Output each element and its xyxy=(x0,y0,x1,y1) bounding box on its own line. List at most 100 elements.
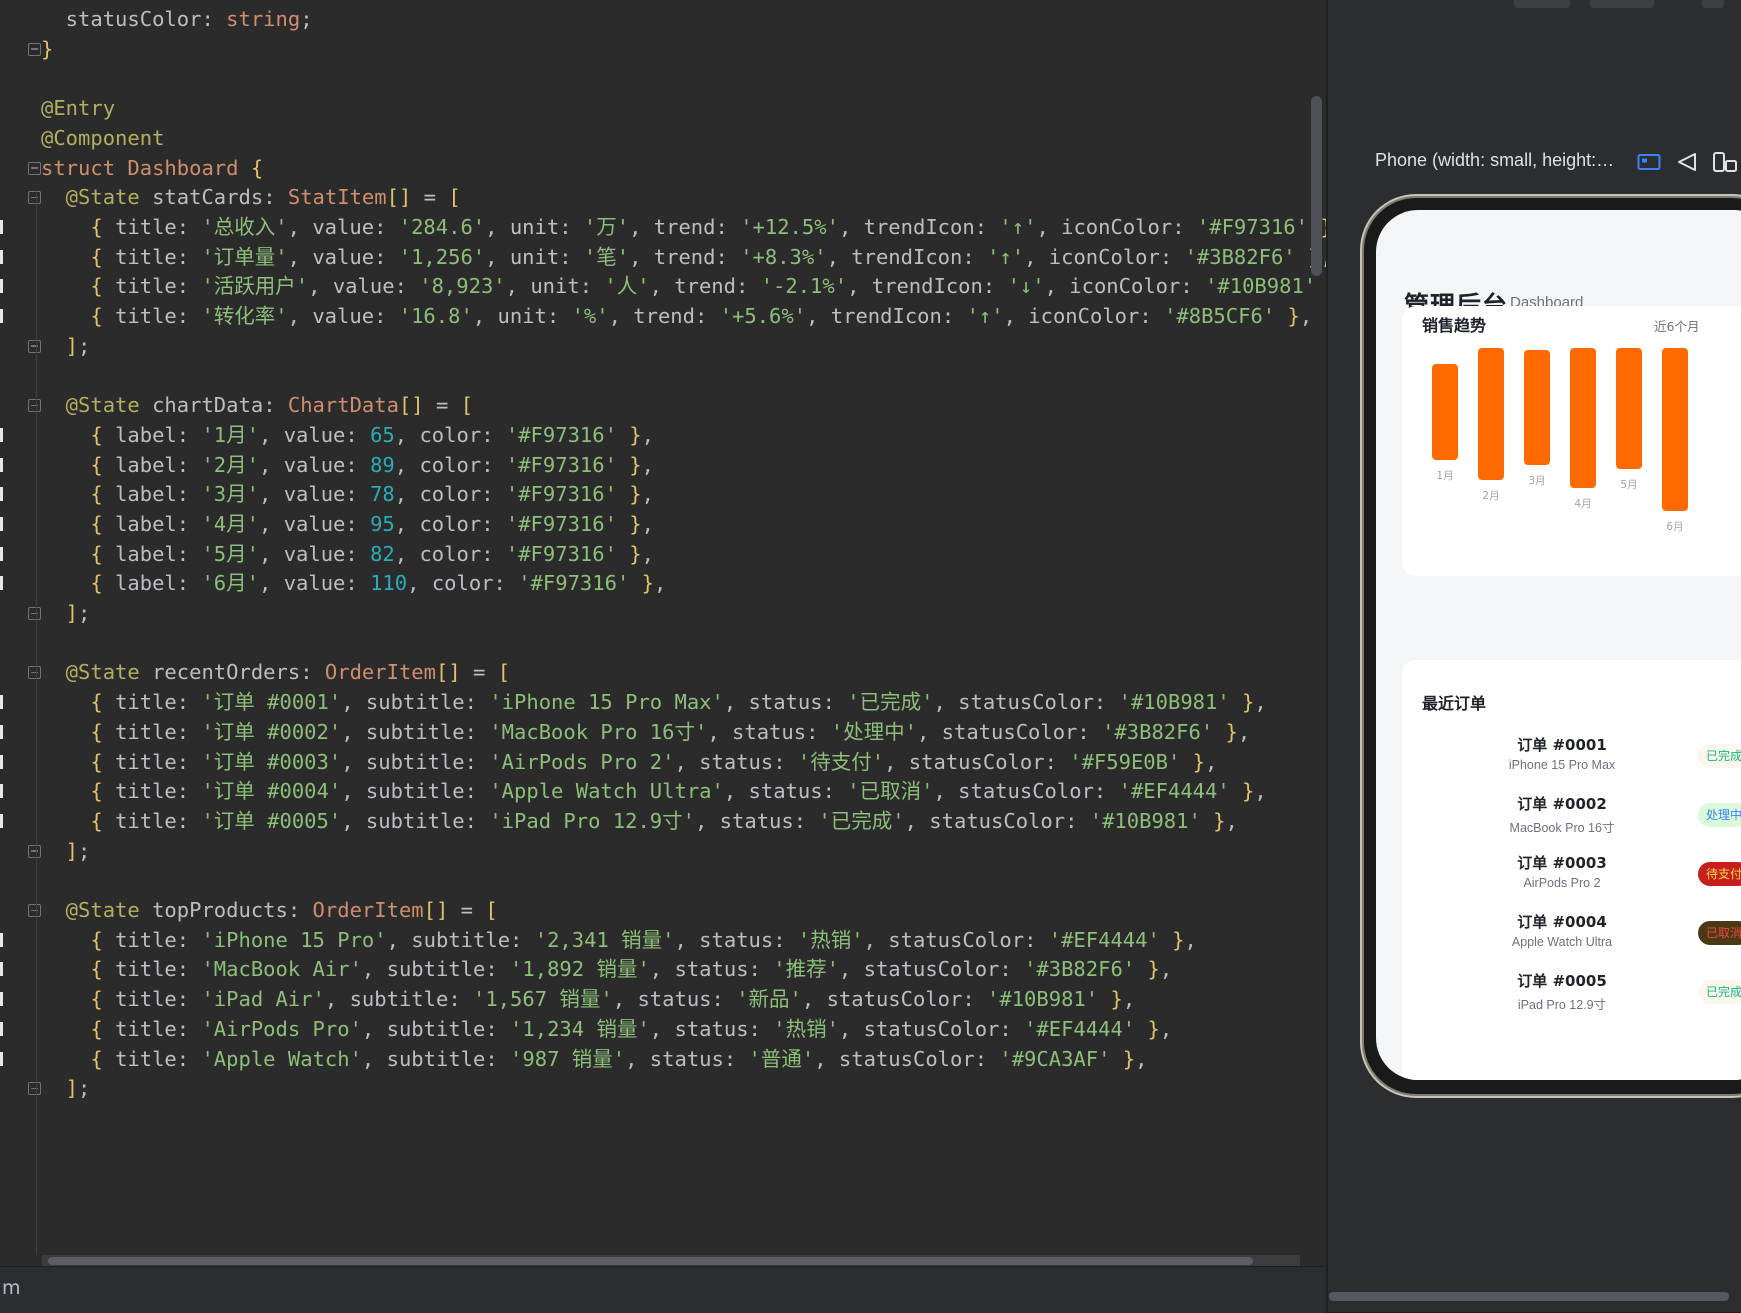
code-token: : xyxy=(982,274,1008,299)
device-label: Phone (width: small, height:… xyxy=(1375,150,1615,170)
chart-x-label: 4月 xyxy=(1574,498,1592,510)
code-token: : xyxy=(481,511,506,536)
layout-icon[interactable] xyxy=(1637,152,1661,172)
code-line[interactable]: @Entry xyxy=(41,92,115,125)
code-token: @Component xyxy=(41,125,165,150)
code-line[interactable]: ]; xyxy=(41,330,91,363)
code-line[interactable]: { label: '3月', value: 78, color: '#F9731… xyxy=(41,478,654,511)
code-line[interactable]: { label: '6月', value: 110, color: '#F973… xyxy=(41,567,666,600)
fold-marker-icon[interactable] xyxy=(28,607,41,620)
code-line[interactable]: { label: '1月', value: 65, color: '#F9731… xyxy=(41,419,654,452)
code-token: } xyxy=(1275,304,1300,328)
code-token: unit xyxy=(509,214,560,239)
fold-marker-icon[interactable] xyxy=(28,191,41,205)
indent-guide xyxy=(36,190,37,1255)
code-token: } xyxy=(616,422,642,447)
code-line[interactable]: { title: 'iPhone 15 Pro', subtitle: '2,3… xyxy=(41,924,1197,957)
code-token: status xyxy=(637,987,712,1012)
code-token: { xyxy=(41,808,116,833)
previewer-toolbar-button[interactable] xyxy=(1514,0,1570,8)
recent-orders-card: 最近订单 订单 #0001 iPhone 15 Pro Max 已完成 订单 #000… xyxy=(1402,660,1741,1080)
fold-marker-icon[interactable] xyxy=(28,844,41,858)
code-token: statusColor xyxy=(838,1046,975,1071)
device-switch-icon[interactable] xyxy=(1712,152,1738,172)
change-marker xyxy=(0,784,3,799)
order-row[interactable]: 订单 #0003 AirPods Pro 2 待支付 xyxy=(1402,852,1741,912)
code-token: , xyxy=(1254,690,1267,715)
chart-x-label: 2月 xyxy=(1482,490,1500,502)
code-token: ; xyxy=(78,333,91,358)
code-line[interactable]: ]; xyxy=(41,835,91,868)
code-line[interactable]: ]; xyxy=(41,1072,91,1105)
code-editor[interactable]: statusColor: string;} @Entry @Component str… xyxy=(0,0,1326,1266)
code-token: : xyxy=(773,749,798,774)
code-line[interactable]: { title: 'Apple Watch', subtitle: '987 销… xyxy=(41,1043,1147,1076)
code-line[interactable]: statusColor: string; xyxy=(41,3,313,36)
order-row[interactable]: 订单 #0001 iPhone 15 Pro Max 已完成 xyxy=(1402,734,1741,794)
phone-screen[interactable]: 管理后台 Dashboard 销售趋势 近6个月 1月2月3月4月5月6月 最近… xyxy=(1376,210,1741,1080)
fold-marker-icon[interactable] xyxy=(28,904,41,917)
order-row[interactable]: 订单 #0005 iPad Pro 12.9寸 已完成 xyxy=(1402,970,1741,1030)
editor-vertical-scrollbar[interactable] xyxy=(1311,96,1322,276)
previewer-toolbar-button[interactable] xyxy=(1702,0,1724,8)
code-token: '新品' xyxy=(736,987,802,1012)
code-line[interactable]: } xyxy=(41,33,53,66)
code-line[interactable]: struct Dashboard { xyxy=(41,152,263,185)
code-line[interactable]: { title: '总收入', value: '284.6', unit: '万… xyxy=(41,211,1326,244)
code-token: '订单 #0005' xyxy=(201,808,342,833)
previewer-horizontal-scrollbar[interactable] xyxy=(1329,1292,1729,1301)
code-line[interactable]: @State topProducts: OrderItem[] = [ xyxy=(41,894,498,927)
code-token: 110 xyxy=(370,571,408,596)
fold-marker-icon[interactable] xyxy=(28,666,41,680)
code-line[interactable]: { title: 'AirPods Pro', subtitle: '1,234… xyxy=(41,1013,1172,1046)
code-line[interactable]: { title: '订单 #0003', subtitle: 'AirPods … xyxy=(41,746,1217,779)
code-line[interactable]: { label: '5月', value: 82, color: '#F9731… xyxy=(41,538,654,571)
code-line[interactable]: { title: '转化率', value: '16.8', unit: '%'… xyxy=(41,300,1312,333)
order-title: 订单 #0002 xyxy=(1517,795,1607,813)
code-line[interactable]: { title: 'MacBook Air', subtitle: '1,892… xyxy=(41,953,1172,986)
code-token: : xyxy=(481,422,506,447)
code-line[interactable]: { title: '订单量', value: '1,256', unit: '笔… xyxy=(41,241,1326,274)
code-line[interactable]: @State chartData: ChartData[] = [ xyxy=(41,389,473,422)
rotate-icon[interactable] xyxy=(1676,152,1698,172)
code-line[interactable]: @Component xyxy=(41,122,164,155)
fold-marker-icon[interactable] xyxy=(28,161,41,175)
code-line[interactable]: { title: 'iPad Air', subtitle: '1,567 销量… xyxy=(41,983,1135,1016)
code-token: : xyxy=(1139,304,1165,328)
code-token: '#10B981' xyxy=(1118,690,1230,715)
previewer-toolbar-button[interactable] xyxy=(1590,0,1654,8)
code-line[interactable]: { title: '订单 #0002', subtitle: 'MacBook … xyxy=(41,716,1250,749)
code-token: , xyxy=(308,274,333,299)
code-line[interactable]: @State statCards: StatItem[] = [ xyxy=(41,181,461,214)
code-token: : xyxy=(374,304,399,328)
code-line[interactable]: { title: '订单 #0004', subtitle: 'Apple Wa… xyxy=(41,775,1266,808)
code-token: '#10B981' xyxy=(987,987,1099,1012)
code-token: : xyxy=(481,452,506,477)
fold-marker-icon[interactable] xyxy=(28,42,41,56)
code-line[interactable]: { title: '订单 #0001', subtitle: 'iPhone 1… xyxy=(41,686,1267,719)
fold-marker-icon[interactable] xyxy=(28,339,41,353)
code-token: , xyxy=(287,214,313,239)
fold-marker-icon[interactable] xyxy=(28,1082,41,1096)
code-token: , xyxy=(505,274,531,299)
order-row[interactable]: 订单 #0002 MacBook Pro 16寸 处理中 xyxy=(1402,793,1741,853)
change-marker xyxy=(0,219,3,234)
code-line[interactable]: @State recentOrders: OrderItem[] = [ xyxy=(41,656,510,689)
code-line[interactable]: { title: '订单 #0005', subtitle: 'iPad Pro… xyxy=(41,805,1238,838)
editor-horizontal-scrollbar[interactable] xyxy=(48,1257,1253,1265)
code-token: : xyxy=(1093,690,1119,715)
code-line[interactable]: { label: '2月', value: 89, color: '#F9731… xyxy=(41,449,654,482)
code-token: } xyxy=(1229,690,1255,715)
code-token: title xyxy=(115,304,177,328)
chart-x-label: 5月 xyxy=(1620,479,1638,491)
code-token: 'Apple Watch Ultra' xyxy=(489,779,724,804)
order-row[interactable]: 订单 #0004 Apple Watch Ultra 已取消 xyxy=(1402,911,1741,971)
code-line[interactable]: ]; xyxy=(41,597,91,630)
code-line[interactable]: { title: '活跃用户', value: '8,923', unit: '… xyxy=(41,270,1326,303)
code-token: , xyxy=(259,541,284,566)
code-area[interactable]: statusColor: string;} @Entry @Component str… xyxy=(0,0,1326,1255)
fold-marker-icon[interactable] xyxy=(28,399,41,413)
change-marker xyxy=(0,813,3,828)
code-token: '6月' xyxy=(201,571,259,596)
code-line[interactable]: { label: '4月', value: 95, color: '#F9731… xyxy=(41,508,654,541)
